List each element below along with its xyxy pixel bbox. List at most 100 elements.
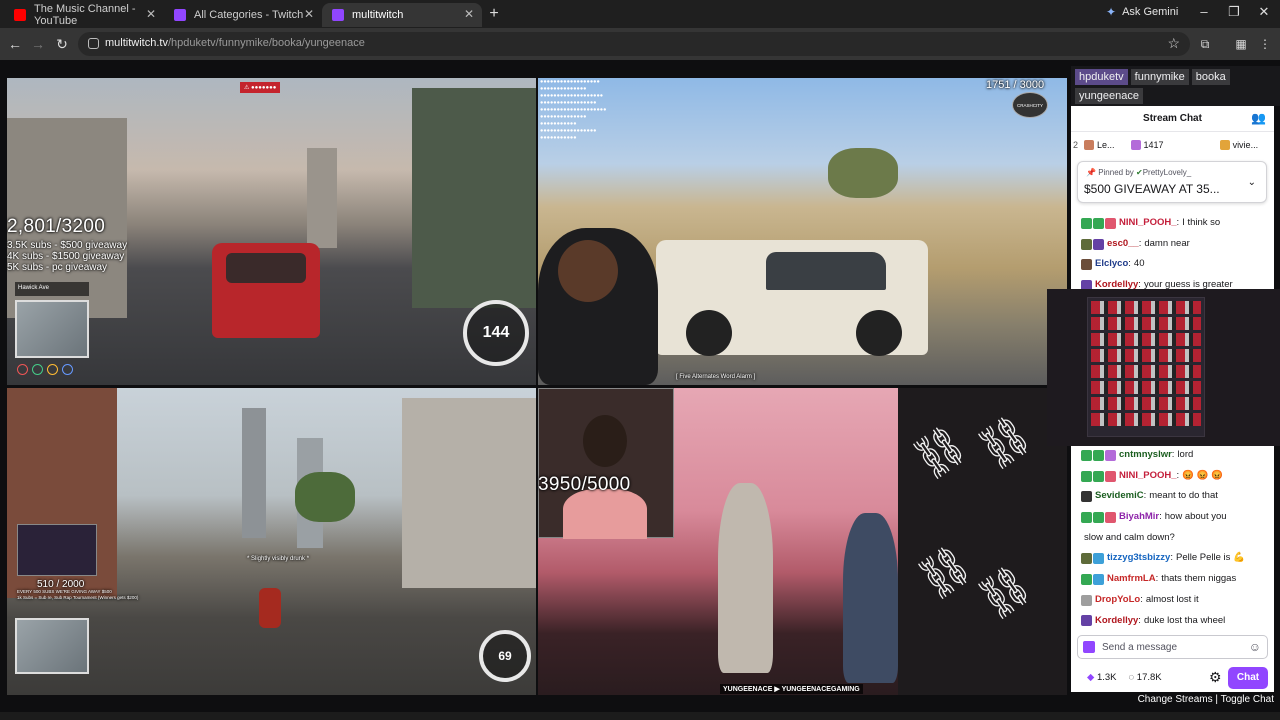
chat-badge-icon[interactable] <box>1081 259 1092 271</box>
window-close-icon[interactable]: ✕ <box>1249 4 1279 20</box>
minimap <box>15 618 89 674</box>
chat-username[interactable]: DropYoLo <box>1095 590 1140 611</box>
badge-group <box>1081 573 1104 585</box>
chat-message: Elclyco:40 <box>1071 254 1274 275</box>
chat-badge-icon[interactable] <box>1105 470 1116 482</box>
close-icon[interactable]: ✕ <box>464 7 474 21</box>
new-tab-button[interactable]: + <box>484 4 504 24</box>
chat-badge-icon[interactable] <box>1105 449 1116 461</box>
url-text[interactable]: multitwitch.tv/hpduketv/funnymike/booka/… <box>105 37 365 49</box>
site-info-icon[interactable] <box>88 38 99 49</box>
chat-badge-icon[interactable] <box>1081 238 1092 250</box>
chat-username[interactable]: SevidemiC <box>1095 486 1144 507</box>
toggle-chat-link[interactable]: Toggle Chat <box>1221 694 1274 705</box>
chat-message-list: NINI_POOH_: I think so esc0__: damn near Elc… <box>1071 213 1274 289</box>
sub-goal-count: 1751 / 3000 <box>986 79 1045 91</box>
chat-username[interactable]: NamfrmLA <box>1107 569 1156 590</box>
leaderboard-entry[interactable]: Le... <box>1084 140 1115 151</box>
channel-points[interactable]: ◌ 17.8K <box>1129 672 1162 683</box>
back-arrow-icon[interactable]: ← <box>5 34 25 54</box>
chat-badge-icon[interactable] <box>1093 511 1104 523</box>
stream-player-hpduketv[interactable]: ⚠ ●●●●●●● 2,801/3200 3.5K subs - $500 gi… <box>7 78 536 385</box>
chat-username[interactable]: Elclyco <box>1095 254 1128 275</box>
change-streams-link[interactable]: Change Streams <box>1138 694 1213 705</box>
ask-gemini-button[interactable]: ✦ Ask Gemini <box>1106 5 1178 19</box>
badge-group <box>1081 470 1116 482</box>
chat-badge-icon[interactable] <box>1081 511 1092 523</box>
stream-player-funnymike[interactable]: ●●●●●●●●●●●●●●●●●● ●●●●●●●●●●●●●● ●●●●●●●●… <box>538 78 1067 385</box>
forward-arrow-icon[interactable]: → <box>28 34 48 54</box>
tab-twitch-categories[interactable]: All Categories - Twitch ✕ <box>164 3 322 27</box>
menu-kebab-icon[interactable]: ⋮ <box>1256 35 1274 53</box>
bits-icon[interactable] <box>1083 641 1095 653</box>
stream-caption: [ Five Alternates Word Alarm ] <box>676 374 756 380</box>
tab-yungeenace[interactable]: yungeenace <box>1075 88 1143 104</box>
chat-badge-icon[interactable] <box>1093 217 1104 229</box>
tab-youtube[interactable]: The Music Channel - YouTube ✕ <box>4 3 164 27</box>
chat-badge-icon[interactable] <box>1093 238 1104 250</box>
chat-badge-icon[interactable] <box>1081 449 1092 461</box>
chat-username[interactable]: Kordellyy <box>1095 275 1138 289</box>
crashcity-logo: CRASHCITY <box>1012 92 1048 118</box>
community-users-icon[interactable]: 👥 <box>1251 111 1266 125</box>
tab-hpduketv[interactable]: hpduketv <box>1075 69 1128 85</box>
minimize-icon[interactable]: – <box>1189 4 1219 19</box>
tab-multitwitch[interactable]: multitwitch ✕ <box>322 3 482 27</box>
white-suv <box>656 240 928 356</box>
chat-username[interactable]: NINI_POOH_ <box>1119 213 1177 234</box>
close-icon[interactable]: ✕ <box>146 7 156 21</box>
chat-badge-icon[interactable] <box>1081 553 1092 565</box>
chat-badge-icon[interactable] <box>1093 470 1104 482</box>
tab-title: The Music Channel - YouTube <box>34 3 136 27</box>
chat-badge-icon[interactable] <box>1081 217 1092 229</box>
bookmark-star-icon[interactable]: ☆ <box>1167 35 1180 52</box>
stream-player-booka[interactable]: * Slightly visibly drunk * 510 / 2000 EV… <box>7 388 536 695</box>
chat-badge-icon[interactable] <box>1081 594 1092 606</box>
twitch-favicon-icon <box>174 9 186 21</box>
chat-badge-icon[interactable] <box>1081 573 1092 585</box>
chat-message: SevidemiC: meant to do that <box>1071 486 1274 507</box>
chat-message: slow and calm down? <box>1071 528 1274 549</box>
close-icon[interactable]: ✕ <box>304 7 314 21</box>
chat-username[interactable]: Kordellyy <box>1095 611 1138 629</box>
chat-badge-icon[interactable] <box>1081 470 1092 482</box>
browser-tab-bar: The Music Channel - YouTube ✕ All Catego… <box>0 0 1280 28</box>
chat-badge-icon[interactable] <box>1081 279 1092 289</box>
leaderboard-entry[interactable]: 1417 <box>1130 140 1164 151</box>
gear-icon[interactable]: ⚙ <box>1209 669 1222 686</box>
bits-balance[interactable]: ◆ 1.3K <box>1087 672 1117 683</box>
motorbike-rider <box>259 588 281 628</box>
popout-webcam[interactable] <box>1047 289 1280 446</box>
chat-input-box[interactable]: ☺ <box>1077 635 1268 659</box>
emote-picker-icon[interactable]: ☺ <box>1249 640 1261 654</box>
tab-funnymike[interactable]: funnymike <box>1130 69 1189 85</box>
chat-badge-icon[interactable] <box>1093 573 1104 585</box>
chat-badge-icon[interactable] <box>1093 449 1104 461</box>
stream-player-yungeenace[interactable]: ⛓ ⛓ ⛓ ⛓ 3950/5000 YUNGEENACE ▶ YUNGEENAC… <box>538 388 1067 695</box>
chat-badge-icon[interactable] <box>1105 217 1116 229</box>
chat-badge-icon[interactable] <box>1081 615 1092 627</box>
os-taskbar <box>0 712 1280 720</box>
chat-header: Stream Chat 👥 <box>1071 108 1274 132</box>
reload-icon[interactable]: ↻ <box>52 34 72 54</box>
chat-input[interactable] <box>1102 639 1242 655</box>
chat-username[interactable]: BiyahMir <box>1119 507 1159 528</box>
chevron-down-icon[interactable]: ⌄ <box>1248 177 1256 188</box>
chat-badge-icon[interactable] <box>1105 511 1116 523</box>
hud-status-icons <box>17 364 73 375</box>
extensions-icon[interactable]: ▦ <box>1232 35 1250 53</box>
chat-message: DropYoLo: almost lost it <box>1071 590 1274 611</box>
chat-username[interactable]: NINI_POOH_ <box>1119 466 1177 487</box>
chat-username[interactable]: cntmnyslwr <box>1119 445 1172 466</box>
tab-booka[interactable]: booka <box>1191 69 1230 85</box>
leaderboard-entry[interactable]: vivie... <box>1219 140 1258 151</box>
cast-icon[interactable]: ⧉ <box>1196 35 1214 53</box>
chat-send-button[interactable]: Chat <box>1228 667 1268 689</box>
restore-icon[interactable]: ❐ <box>1219 4 1249 20</box>
pinned-message[interactable]: 📌 Pinned by ✔PrettyLovely_ $500 GIVEAWAY… <box>1077 161 1267 203</box>
url-bar[interactable]: multitwitch.tv/hpduketv/funnymike/booka/… <box>78 32 1190 56</box>
chat-username[interactable]: tizzyg3tsbizzy <box>1107 548 1170 569</box>
chat-badge-icon[interactable] <box>1081 491 1092 503</box>
chat-badge-icon[interactable] <box>1093 553 1104 565</box>
chat-username[interactable]: esc0__ <box>1107 234 1139 255</box>
